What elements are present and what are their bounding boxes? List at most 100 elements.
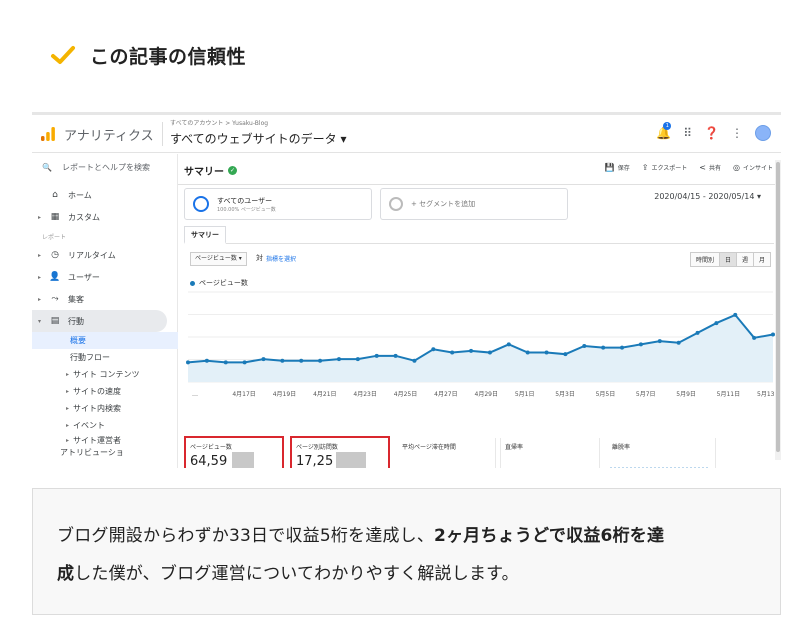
breadcrumb[interactable]: すべてのアカウント > Yusaku-Blog bbox=[170, 118, 268, 127]
insight-label: インサイト bbox=[742, 165, 773, 172]
tab-bar: サマリー bbox=[184, 226, 774, 244]
callout-bold1: 2ヶ月ちょうどで収益6桁を達 bbox=[434, 526, 665, 546]
checkmark-icon bbox=[51, 46, 75, 64]
nav-site-content[interactable]: ▸ サイト コンテンツ bbox=[32, 366, 178, 383]
nav-events[interactable]: ▸ イベント bbox=[32, 417, 178, 434]
search-box[interactable]: 🔍 レポートとヘルプを検索 bbox=[42, 162, 150, 173]
verified-icon: ✓ bbox=[228, 166, 237, 175]
metric-select[interactable]: ページビュー数 ▾ bbox=[190, 252, 247, 266]
data-point[interactable] bbox=[186, 360, 190, 365]
avatar[interactable] bbox=[755, 125, 771, 141]
nav-site-speed[interactable]: ▸ サイトの速度 bbox=[32, 383, 178, 400]
data-point[interactable] bbox=[638, 342, 643, 347]
notifications-icon[interactable]: 🔔 1 bbox=[656, 122, 672, 140]
nav-behavior[interactable]: ▾ ▤ 行動 bbox=[32, 310, 167, 332]
help-icon[interactable]: ❓ bbox=[704, 126, 719, 140]
tab-summary[interactable]: サマリー bbox=[184, 226, 226, 244]
nav-behavior-flow[interactable]: 行動フロー bbox=[32, 349, 178, 366]
x-tick-label: 5月1日 bbox=[515, 391, 535, 398]
caret-icon: ▸ bbox=[38, 251, 42, 259]
share-icon: < bbox=[699, 163, 706, 172]
data-point[interactable] bbox=[506, 342, 511, 347]
data-point[interactable] bbox=[431, 347, 436, 352]
data-point[interactable] bbox=[525, 350, 530, 355]
segment-all-users[interactable]: すべてのユーザー 100.00% ページビュー数 bbox=[184, 188, 372, 220]
data-point[interactable] bbox=[450, 350, 455, 355]
x-tick-label: 5月3日 bbox=[555, 391, 575, 398]
apps-grid-icon[interactable]: ⠿ bbox=[683, 126, 692, 140]
data-point[interactable] bbox=[280, 358, 285, 363]
data-point[interactable] bbox=[582, 344, 587, 348]
metric-avg-time[interactable]: 平均ページ滞在時間 bbox=[398, 438, 496, 468]
behavior-icon: ▤ bbox=[50, 316, 60, 326]
data-point[interactable] bbox=[620, 345, 625, 350]
data-point[interactable] bbox=[657, 339, 662, 344]
nav-overview[interactable]: 概要 bbox=[32, 332, 178, 349]
nav-site-search[interactable]: ▸ サイト内検索 bbox=[32, 400, 178, 417]
data-point[interactable] bbox=[261, 357, 266, 362]
data-point[interactable] bbox=[242, 360, 247, 365]
data-point[interactable] bbox=[336, 357, 341, 362]
scrollbar-thumb[interactable] bbox=[776, 162, 780, 452]
add-segment-button[interactable]: + セグメントを追加 bbox=[380, 188, 568, 220]
export-label: エクスポート bbox=[651, 165, 688, 172]
data-point[interactable] bbox=[374, 353, 379, 358]
search-icon: 🔍 bbox=[42, 163, 52, 172]
clock-icon: ◷ bbox=[51, 250, 59, 260]
data-point[interactable] bbox=[355, 357, 360, 362]
pick-metric-link[interactable]: 指標を選択 bbox=[266, 254, 296, 263]
scrollbar[interactable] bbox=[775, 160, 781, 460]
share-label: 共有 bbox=[708, 165, 721, 172]
data-point[interactable] bbox=[318, 358, 323, 363]
dashboard-icon: ▦ bbox=[50, 212, 60, 222]
granularity-month[interactable]: 月 bbox=[752, 252, 771, 267]
nav-acquisition[interactable]: ▸ ⤳ 集客 bbox=[32, 288, 178, 310]
nav-user[interactable]: ▸ 👤 ユーザー bbox=[32, 266, 178, 288]
data-point[interactable] bbox=[714, 321, 719, 326]
nav-home[interactable]: ⌂ ホーム bbox=[32, 184, 178, 206]
metric-bounce-label: 直帰率 bbox=[505, 444, 524, 451]
share-button[interactable]: < 共有 bbox=[699, 163, 721, 172]
data-point[interactable] bbox=[601, 345, 606, 350]
data-point[interactable] bbox=[469, 348, 474, 353]
caret-icon: ▸ bbox=[66, 436, 70, 444]
metric-exit-rate[interactable]: 離脱率 bbox=[608, 438, 716, 468]
export-button[interactable]: ⇪ エクスポート bbox=[642, 163, 688, 172]
data-point[interactable] bbox=[204, 358, 209, 363]
property-selector[interactable]: すべてのウェブサイトのデータ ▾ bbox=[170, 130, 347, 147]
exit-sparkline bbox=[610, 467, 710, 468]
data-point[interactable] bbox=[487, 350, 492, 355]
data-point[interactable] bbox=[393, 353, 398, 358]
data-point[interactable] bbox=[223, 360, 228, 365]
data-point[interactable] bbox=[752, 335, 757, 340]
data-point[interactable] bbox=[412, 358, 417, 363]
caret-down-icon: ▾ bbox=[38, 317, 42, 325]
nav-events-label: イベント bbox=[73, 421, 106, 430]
nav-attribution-label: アトリビューショ bbox=[60, 447, 124, 457]
more-icon[interactable]: ⋮ bbox=[731, 126, 743, 140]
nav-attribution[interactable]: アトリビューショ bbox=[32, 446, 178, 458]
data-point[interactable] bbox=[563, 352, 568, 357]
page-title-text: サマリー bbox=[184, 167, 224, 178]
highlight-box bbox=[184, 436, 284, 468]
granularity-week[interactable]: 週 bbox=[735, 252, 754, 267]
vs-label: 対 bbox=[256, 254, 263, 262]
data-point[interactable] bbox=[733, 312, 738, 317]
data-point[interactable] bbox=[299, 358, 304, 363]
date-range-picker[interactable]: 2020/04/15 - 2020/05/14 ▾ bbox=[654, 192, 761, 201]
metric-exit-label: 離脱率 bbox=[612, 444, 631, 451]
data-point[interactable] bbox=[544, 350, 549, 355]
data-point[interactable] bbox=[676, 340, 681, 345]
nav-site-content-label: サイト コンテンツ bbox=[73, 370, 140, 379]
x-tick-label: 4月25日 bbox=[394, 391, 417, 398]
data-point[interactable] bbox=[695, 330, 700, 335]
ga-sidebar: 🔍 レポートとヘルプを検索 ⌂ ホーム ▸ ▦ カスタム レポート ▸ ◷ リアルタ… bbox=[32, 154, 178, 468]
metric-bounce-rate[interactable]: 直帰率 bbox=[500, 438, 600, 468]
save-button[interactable]: 💾 保存 bbox=[605, 163, 630, 172]
nav-custom[interactable]: ▸ ▦ カスタム bbox=[32, 206, 178, 228]
nav-experiments[interactable]: ▸ サイト運営者 bbox=[32, 434, 178, 446]
granularity-hour[interactable]: 時間別 bbox=[689, 252, 720, 267]
granularity-day[interactable]: 日 bbox=[718, 252, 737, 267]
nav-realtime[interactable]: ▸ ◷ リアルタイム bbox=[32, 244, 178, 266]
insight-button[interactable]: ◎ インサイト bbox=[733, 163, 773, 172]
